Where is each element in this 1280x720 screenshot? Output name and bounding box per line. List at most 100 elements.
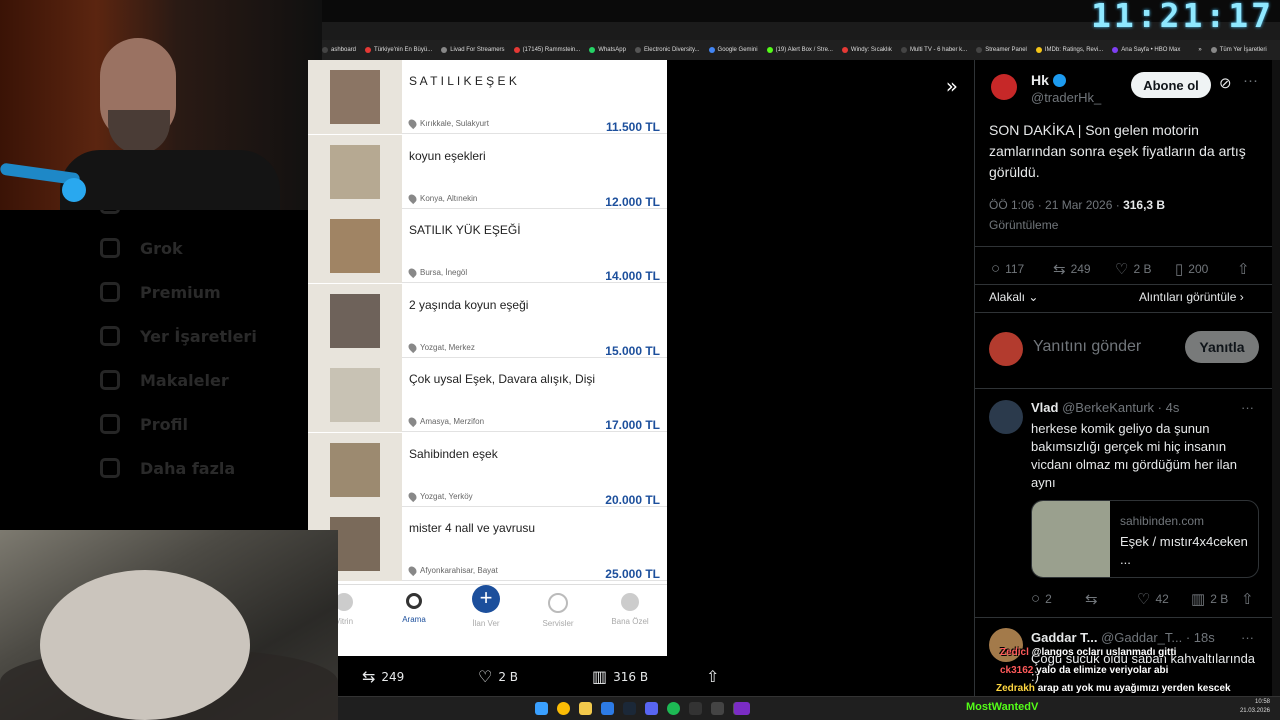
retweet-stat[interactable]: ⇆ 249 bbox=[362, 667, 404, 686]
bookmark-item[interactable]: Türkiye'nin En Büyü... bbox=[365, 47, 432, 53]
nav-ilan-ver[interactable]: + İlan Ver bbox=[456, 585, 516, 628]
nav-bana-ozel[interactable]: Bana Özel bbox=[600, 593, 660, 626]
share-stat[interactable]: ⇧ bbox=[706, 667, 725, 686]
listing-row[interactable]: Çok uysal Eşek, Davara alışık, Dişi Amasy… bbox=[308, 358, 667, 432]
reply-button[interactable]: Yanıtla bbox=[1185, 331, 1259, 363]
bookmark-item[interactable]: Windy: Sıcaklık bbox=[841, 47, 892, 53]
start-icon[interactable] bbox=[535, 702, 548, 715]
more-icon[interactable]: ··· bbox=[1241, 630, 1254, 645]
sort-dropdown[interactable]: Alakalı ⌄ bbox=[989, 290, 1038, 304]
folder-icon[interactable] bbox=[579, 702, 592, 715]
location-pin-icon bbox=[406, 490, 419, 502]
bookmark-action[interactable]: ▯ 200 bbox=[1175, 260, 1208, 278]
chart-icon: ▥ bbox=[592, 667, 608, 686]
like-action[interactable]: ♡ 2 B bbox=[1115, 260, 1151, 278]
reply-action[interactable]: ○ 2 bbox=[1031, 590, 1052, 607]
app-icon[interactable] bbox=[601, 702, 614, 715]
more-icon[interactable]: ··· bbox=[1243, 72, 1258, 89]
bookmark-item[interactable]: Streamer Panel bbox=[976, 47, 1027, 53]
bookmark-item[interactable]: (19) Alert Box / Stre... bbox=[766, 47, 833, 53]
bookmark-favicon-icon bbox=[1112, 47, 1119, 53]
share-action[interactable]: ⇧ bbox=[1241, 590, 1259, 608]
listing-row[interactable]: Sahibinden eşek Yozgat, Yerköy 20.000 TL bbox=[308, 432, 667, 507]
bookmark-item[interactable]: » bbox=[1189, 47, 1202, 53]
bookmark-item[interactable]: Multi TV - 6 haber k... bbox=[900, 47, 967, 53]
bookmark-item[interactable]: ashboard bbox=[322, 47, 356, 53]
x-nav-item[interactable]: Daha fazla bbox=[100, 458, 235, 478]
author-handle[interactable]: @traderHk_ bbox=[1031, 90, 1101, 105]
follow-button[interactable]: Abone ol bbox=[1131, 72, 1211, 98]
reply-avatar[interactable] bbox=[989, 400, 1023, 434]
obs-icon[interactable] bbox=[734, 702, 750, 715]
x-nav-item[interactable]: Grok bbox=[100, 238, 183, 258]
x-nav-item[interactable]: Premium bbox=[100, 282, 221, 302]
plus-icon: + bbox=[472, 585, 500, 613]
reply-input[interactable]: Yanıtını gönder bbox=[1033, 338, 1141, 356]
retweet-action[interactable]: ⇆ 249 bbox=[1053, 260, 1091, 278]
like-stat[interactable]: ♡ 2 B bbox=[478, 667, 518, 686]
bookmark-item[interactable]: IMDb: Ratings, Revi... bbox=[1035, 47, 1103, 53]
listing-price: 14.000 TL bbox=[605, 269, 660, 283]
x-nav-item[interactable]: Yer İşaretleri bbox=[100, 326, 257, 346]
bookmark-item[interactable]: Tüm Yer İşaretleri bbox=[1210, 47, 1267, 53]
bookmark-item[interactable]: WhatsApp bbox=[589, 47, 626, 53]
author-avatar[interactable] bbox=[991, 74, 1017, 100]
bookmark-item[interactable]: Ana Sayfa • HBO Max bbox=[1112, 47, 1180, 53]
bookmark-label: » bbox=[1198, 47, 1202, 53]
reply-author[interactable]: Vlad @BerkeKanturk · 4s bbox=[1031, 400, 1179, 415]
bookmark-favicon-icon bbox=[976, 47, 983, 53]
bookmark-favicon-icon bbox=[589, 47, 596, 53]
author-name[interactable]: Hk bbox=[1031, 72, 1066, 88]
system-clock[interactable]: 10:58 21.03.2026 bbox=[1240, 698, 1270, 716]
nav-servisler[interactable]: Servisler bbox=[528, 593, 588, 628]
views-stat[interactable]: ▥ 316 B bbox=[592, 667, 648, 686]
x-nav-item[interactable]: Profil bbox=[100, 414, 188, 434]
like-action[interactable]: ♡ 42 bbox=[1137, 590, 1169, 608]
listing-row[interactable]: S A T I L I K E Ş E K Kırıkkale, Sulakyur… bbox=[308, 60, 667, 134]
x-nav-item[interactable]: Makaleler bbox=[100, 370, 229, 390]
scrollbar[interactable] bbox=[1272, 60, 1280, 696]
epic-icon[interactable] bbox=[689, 702, 702, 715]
listing-photo bbox=[308, 432, 402, 507]
expand-icon[interactable]: » bbox=[946, 74, 958, 98]
bookmark-item[interactable]: Livad For Streamers bbox=[441, 47, 505, 53]
listing-title: SATILIK YÜK EŞEĞİ bbox=[409, 223, 521, 237]
spotify-icon[interactable] bbox=[667, 702, 680, 715]
listing-row[interactable]: mister 4 nall ve yavrusu Afyonkarahisar, … bbox=[308, 507, 667, 581]
more-icon[interactable]: ··· bbox=[1241, 400, 1254, 415]
nav-icon bbox=[100, 370, 120, 390]
link-card[interactable]: sahibinden.com Eşek / mıstır4x4ceken ... bbox=[1031, 500, 1259, 578]
nav-arama[interactable]: Arama bbox=[384, 593, 444, 624]
views-action[interactable]: ▥ 2 B bbox=[1191, 590, 1228, 608]
bookmark-favicon-icon bbox=[708, 47, 715, 53]
steam-icon[interactable] bbox=[623, 702, 636, 715]
listing-row[interactable]: 2 yaşında koyun eşeği Yozgat, Merkez 15.00… bbox=[308, 283, 667, 358]
retweet-action[interactable]: ⇆ bbox=[1085, 590, 1103, 608]
heart-icon: ♡ bbox=[478, 667, 493, 686]
listing-row[interactable]: SATILIK YÜK EŞEĞİ Bursa, İnegöl 14.000 TL bbox=[308, 209, 667, 283]
listing-price: 11.500 TL bbox=[605, 120, 660, 134]
listing-row[interactable]: koyun eşekleri Konya, Altınekin 12.000 TL bbox=[308, 134, 667, 209]
listing-title: 2 yaşında koyun eşeği bbox=[409, 297, 529, 312]
bookmark-item[interactable]: (17145) Rammstein... bbox=[513, 47, 580, 53]
bookmark-item[interactable]: Electronic Diversity... bbox=[634, 47, 700, 53]
bookmark-favicon-icon bbox=[841, 47, 848, 53]
listing-location: Konya, Altınekin bbox=[406, 192, 477, 204]
view-quotes-link[interactable]: Alıntıları görüntüle › bbox=[1139, 290, 1244, 304]
location-pin-icon bbox=[406, 192, 419, 204]
discord-icon[interactable] bbox=[645, 702, 658, 715]
chevron-right-icon: › bbox=[1239, 290, 1244, 304]
share-action[interactable]: ⇧ bbox=[1237, 260, 1255, 278]
card-domain: sahibinden.com bbox=[1120, 514, 1205, 528]
nav-icon bbox=[100, 238, 120, 258]
bookmark-icon: ▯ bbox=[1175, 261, 1184, 278]
bookmark-label: Electronic Diversity... bbox=[643, 47, 700, 53]
reply-action[interactable]: ○ 117 bbox=[991, 260, 1024, 277]
chrome-icon[interactable] bbox=[557, 702, 570, 715]
grok-icon[interactable]: ⊘ bbox=[1219, 74, 1232, 92]
retweet-icon: ⇆ bbox=[362, 667, 376, 686]
listing-photo bbox=[308, 358, 402, 432]
app-icon[interactable] bbox=[711, 702, 724, 715]
reply-author[interactable]: Gaddar T... @Gaddar_T... · 18s bbox=[1031, 630, 1215, 645]
bookmark-item[interactable]: Google Gemini bbox=[708, 47, 758, 53]
